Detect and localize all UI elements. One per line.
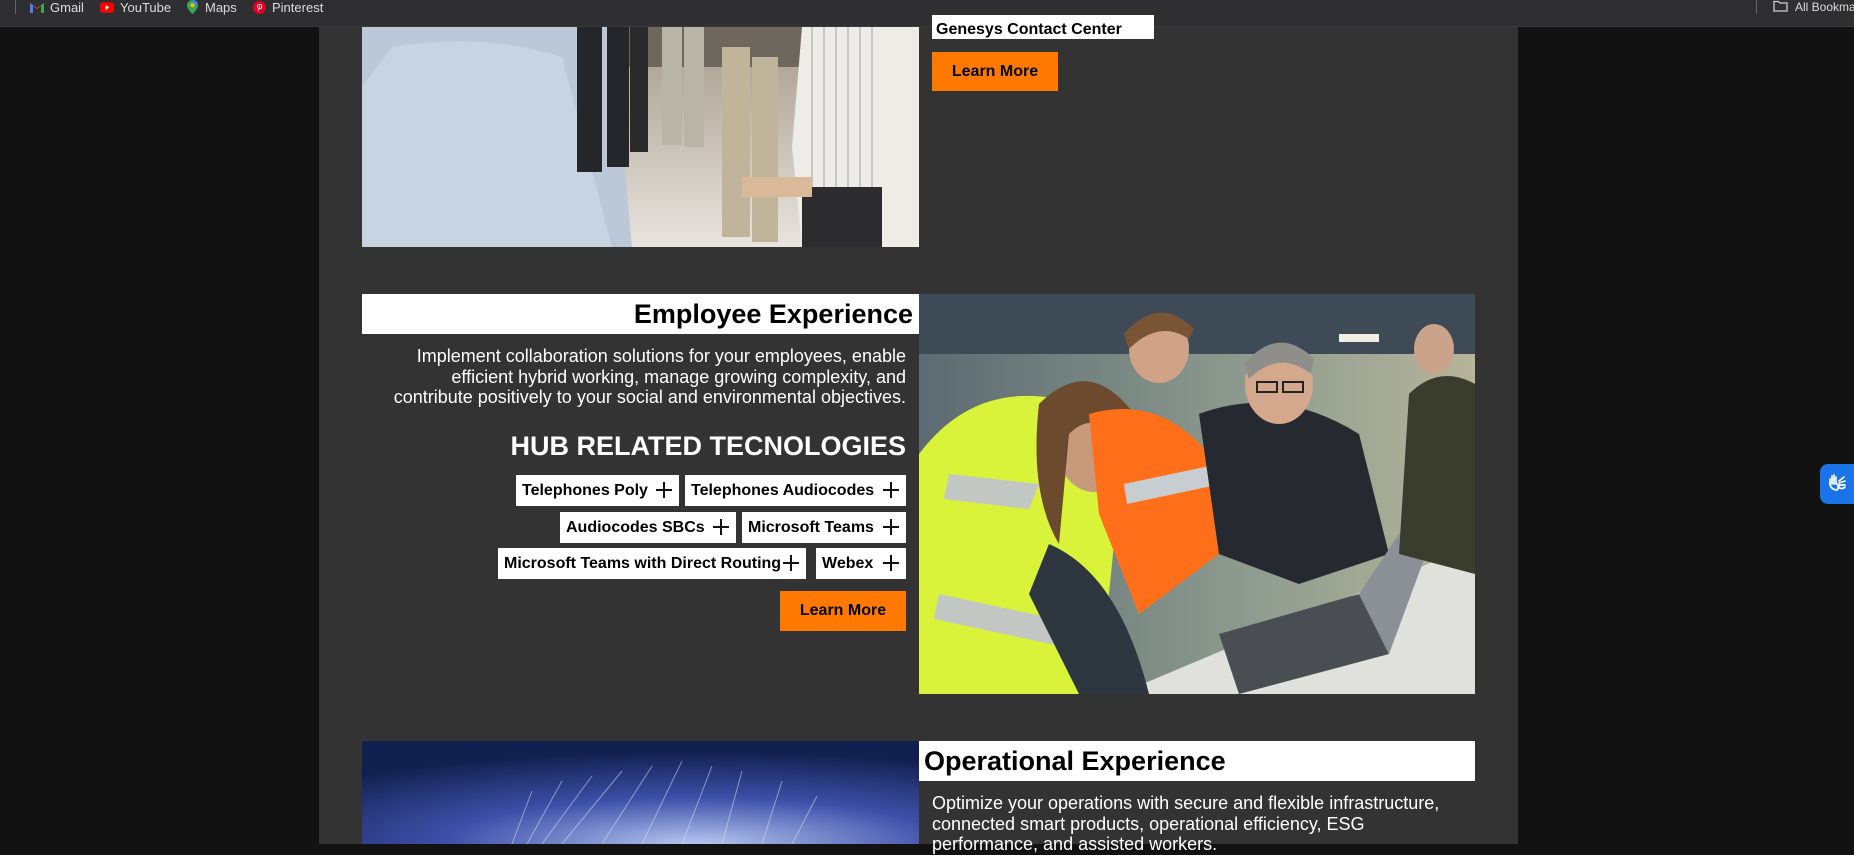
learn-more-button[interactable]: Learn More bbox=[932, 52, 1058, 91]
plus-icon bbox=[880, 552, 902, 574]
tag-microsoft-teams[interactable]: Microsoft Teams bbox=[742, 512, 906, 543]
operational-experience-title: Operational Experience bbox=[919, 741, 1475, 781]
accessibility-widget-button[interactable] bbox=[1820, 464, 1854, 504]
tag-label: Audiocodes SBCs bbox=[566, 518, 705, 536]
plus-icon bbox=[880, 479, 902, 501]
bookmark-pinterest[interactable]: Pinterest bbox=[252, 0, 324, 15]
tag-genesys-contact-center[interactable]: Genesys Contact Center bbox=[932, 15, 1154, 39]
fiber-optic-photo bbox=[362, 741, 919, 844]
tag-webex[interactable]: Webex bbox=[816, 548, 906, 579]
tag-telephones-audiocodes[interactable]: Telephones Audiocodes bbox=[685, 475, 906, 506]
pinterest-icon bbox=[252, 0, 266, 14]
youtube-icon bbox=[100, 0, 114, 14]
bookmarks-separator bbox=[1756, 0, 1757, 14]
all-bookmarks-button[interactable]: All Bookma bbox=[1773, 0, 1854, 14]
plus-icon bbox=[710, 516, 732, 538]
plus-icon bbox=[653, 479, 675, 501]
bookmark-label: Maps bbox=[205, 0, 237, 15]
field-workers-photo bbox=[919, 294, 1475, 694]
employee-experience-description: Implement collaboration solutions for yo… bbox=[393, 346, 906, 407]
hub-related-technologies-title: HUB RELATED TECNOLOGIES bbox=[510, 431, 906, 461]
bookmarks-separator bbox=[15, 0, 16, 14]
bookmark-youtube[interactable]: YouTube bbox=[100, 0, 172, 15]
all-bookmarks-label: All Bookma bbox=[1795, 0, 1854, 14]
bookmark-maps[interactable]: Maps bbox=[185, 0, 237, 15]
plus-icon bbox=[880, 516, 902, 538]
tag-label: Webex bbox=[822, 554, 874, 572]
bookmarks-bar: Gmail YouTube Maps Pinterest All Bookma bbox=[0, 0, 1854, 27]
tag-label: Microsoft Teams bbox=[748, 518, 874, 536]
tag-telephones-poly[interactable]: Telephones Poly bbox=[516, 475, 679, 506]
tag-label: Telephones Poly bbox=[522, 481, 648, 499]
bookmark-label: Pinterest bbox=[272, 0, 324, 15]
bookmark-label: YouTube bbox=[120, 0, 172, 15]
maps-icon bbox=[185, 0, 199, 14]
employee-experience-title: Employee Experience bbox=[362, 294, 919, 334]
tag-label: Telephones Audiocodes bbox=[691, 481, 875, 499]
tag-audiocodes-sbcs[interactable]: Audiocodes SBCs bbox=[560, 512, 736, 543]
learn-more-button[interactable]: Learn More bbox=[780, 591, 906, 631]
bookmark-label: Gmail bbox=[50, 0, 84, 15]
gmail-icon bbox=[30, 0, 44, 14]
plus-icon bbox=[780, 552, 802, 574]
sign-language-hands-icon bbox=[1826, 471, 1848, 498]
tag-label: Genesys Contact Center bbox=[936, 21, 1122, 38]
tag-microsoft-teams-direct-routing[interactable]: Microsoft Teams with Direct Routing bbox=[498, 548, 806, 579]
tag-label: Microsoft Teams with Direct Routing bbox=[504, 554, 782, 572]
bookmark-gmail[interactable]: Gmail bbox=[30, 0, 84, 15]
folder-icon bbox=[1773, 0, 1788, 15]
operational-experience-description: Optimize your operations with secure and… bbox=[932, 793, 1440, 854]
content-page: Genesys Contact Center Learn More Employ… bbox=[319, 15, 1518, 854]
office-team-photo bbox=[362, 27, 919, 247]
